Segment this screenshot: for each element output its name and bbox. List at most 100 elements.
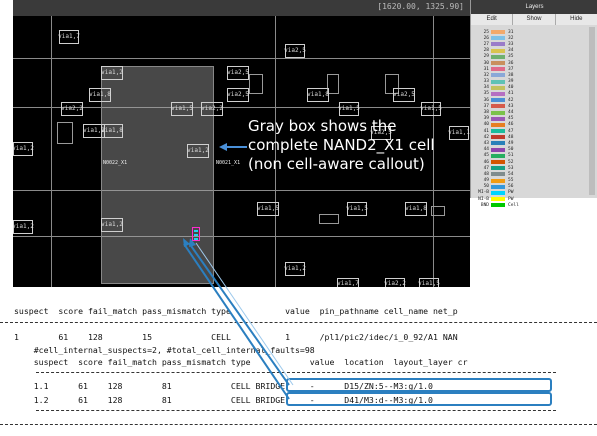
layer-row[interactable]: BND Cell [473, 202, 573, 208]
layer-name: 50 [508, 147, 514, 153]
layer-color-swatch [491, 30, 505, 35]
layer-number: 33 [483, 79, 489, 85]
layer-name: 43 [508, 103, 514, 109]
report-header: suspect score fail_match pass_mismatch t… [14, 306, 458, 316]
layer-color-swatch [491, 36, 505, 41]
layer-number: 40 [483, 122, 489, 128]
layer-name: 51 [508, 153, 514, 159]
layer-number: 30 [483, 60, 489, 66]
layer-number: 29 [483, 54, 489, 60]
layer-color-swatch [491, 172, 505, 177]
layer-name: 39 [508, 79, 514, 85]
layer-name: 53 [508, 165, 514, 171]
layer-name: 47 [508, 128, 514, 134]
layer-name: 31 [508, 29, 514, 35]
layer-number: 27 [483, 41, 489, 47]
layer-name: 32 [508, 35, 514, 41]
layer-name: 36 [508, 60, 514, 66]
layer-number: 49 [483, 178, 489, 184]
layer-number: 46 [483, 159, 489, 165]
layer-name: 42 [508, 97, 514, 103]
layer-color-swatch [491, 197, 505, 202]
tab-edit[interactable]: Edit [471, 14, 514, 25]
divider [0, 424, 597, 425]
layer-color-swatch [491, 67, 505, 72]
highlight-box [286, 378, 552, 392]
layer-number: 31 [483, 66, 489, 72]
layer-color-swatch [491, 110, 505, 115]
layer-color-swatch [491, 178, 505, 183]
layer-color-swatch [491, 48, 505, 53]
layer-name: 37 [508, 66, 514, 72]
layer-color-swatch [491, 91, 505, 96]
layer-color-swatch [491, 184, 505, 189]
layer-number: 44 [483, 147, 489, 153]
layer-color-swatch [491, 61, 505, 66]
layer-name: 45 [508, 116, 514, 122]
layer-list[interactable]: 25 31 26 32 27 33 28 34 29 35 30 36 31 37 32 38 33 39 34 40… [473, 29, 573, 208]
layer-name: 33 [508, 41, 514, 47]
layer-color-swatch [491, 135, 505, 140]
divider [0, 322, 597, 323]
layer-name: 56 [508, 184, 514, 190]
layer-number: 45 [483, 153, 489, 159]
callout-line: complete NAND2_X1 cell [248, 136, 435, 154]
layer-name: 34 [508, 48, 514, 54]
layer-name: PW [508, 190, 514, 196]
layer-color-swatch [491, 160, 505, 165]
layer-color-swatch [491, 73, 505, 78]
layer-number: 36 [483, 97, 489, 103]
tab-hide[interactable]: Hide [555, 14, 597, 25]
tab-show[interactable]: Show [513, 14, 556, 25]
layer-number: 28 [483, 48, 489, 54]
callout-line: Gray box shows the [248, 117, 397, 135]
layer-number: 32 [483, 72, 489, 78]
layer-color-swatch [491, 147, 505, 152]
layer-name: 55 [508, 178, 514, 184]
layer-name: 35 [508, 54, 514, 60]
layer-name: 40 [508, 85, 514, 91]
layer-name: 44 [508, 110, 514, 116]
layer-panel-tabs: Edit Show Hide [471, 14, 597, 25]
report-subheader: suspect score fail_match pass_mismatch t… [14, 357, 468, 367]
layer-color-swatch [491, 42, 505, 47]
layer-panel-title: Layers [471, 0, 597, 14]
layer-color-swatch [491, 79, 505, 84]
layer-name: 52 [508, 159, 514, 165]
layer-number: 37 [483, 103, 489, 109]
report-row: 1 61 128 15 CELL 1 /pl1/pic2/idec/i_0_92… [14, 332, 458, 342]
layer-color-swatch [491, 166, 505, 171]
layer-number: 34 [483, 85, 489, 91]
layer-name: 41 [508, 91, 514, 97]
layer-number: BND [480, 202, 489, 208]
layer-number: 41 [483, 128, 489, 134]
layer-name: 54 [508, 171, 514, 177]
layer-scrollbar[interactable] [589, 27, 595, 195]
layer-name: Cell [508, 202, 519, 208]
layer-name: 46 [508, 122, 514, 128]
divider [36, 372, 556, 373]
layer-color-swatch [491, 190, 505, 195]
layer-number: MI-B [478, 190, 489, 196]
layer-number: NI-B [478, 196, 489, 202]
layer-color-swatch [491, 141, 505, 146]
layer-number: 25 [483, 29, 489, 35]
layer-name: 38 [508, 72, 514, 78]
layer-color-swatch [491, 203, 505, 208]
layer-color-swatch [491, 129, 505, 134]
layer-name: 49 [508, 140, 514, 146]
layer-color-swatch [491, 85, 505, 90]
diagnosis-report: suspect score fail_match pass_mismatch t… [0, 296, 597, 436]
layer-number: 50 [483, 184, 489, 190]
layer-name: 48 [508, 134, 514, 140]
layer-name: PW [508, 196, 514, 202]
layer-number: 42 [483, 134, 489, 140]
layer-color-swatch [491, 98, 505, 103]
divider [36, 410, 556, 411]
layer-number: 26 [483, 35, 489, 41]
layer-color-swatch [491, 116, 505, 121]
callout-line: (non cell-aware callout) [248, 155, 425, 173]
layout-viewer[interactable]: [1620.00, 1325.90] N0022_X1 N0021_X1 via… [13, 0, 470, 287]
layer-number: 35 [483, 91, 489, 97]
callout-annotation: Gray box shows the complete NAND2_X1 cel… [248, 117, 470, 174]
